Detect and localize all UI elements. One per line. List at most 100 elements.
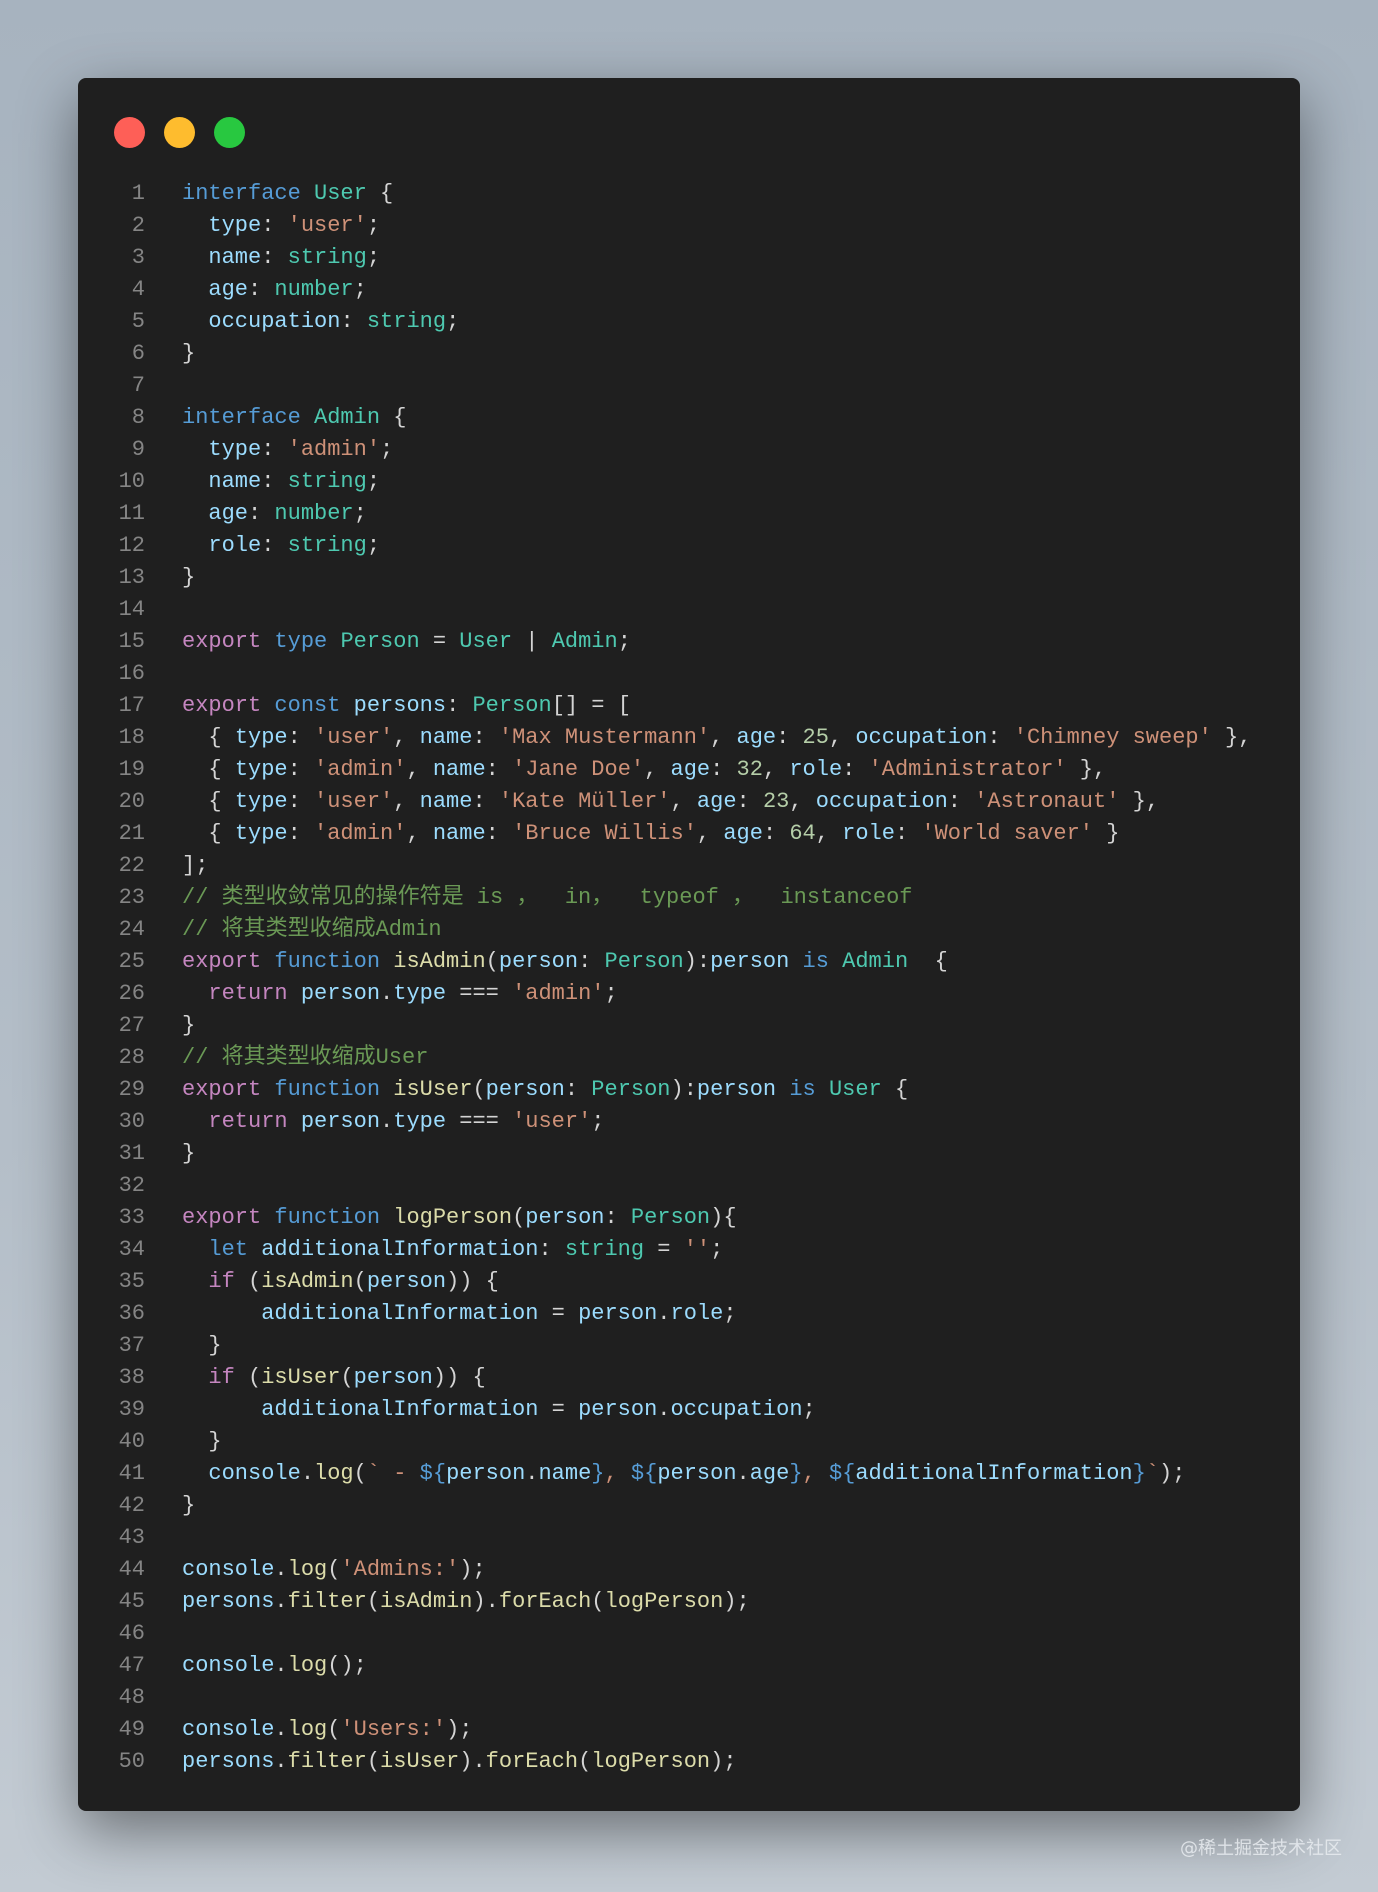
code-token: interface [182, 405, 301, 430]
code-token: is [802, 949, 829, 974]
code-token: 'user' [314, 725, 394, 750]
code-token: 'Kate Müller' [498, 789, 671, 814]
code-token: : [472, 725, 499, 750]
code-token: { [881, 1077, 909, 1102]
code-token: ${ [630, 1461, 658, 1486]
line-number: 32 [118, 1173, 145, 1198]
maximize-button[interactable] [214, 117, 245, 148]
code-token: , [762, 757, 790, 782]
line-number: 28 [118, 1045, 145, 1070]
code-token: 'Max Mustermann' [498, 725, 711, 750]
code-token: === [446, 1109, 513, 1134]
line-content: export function logPerson(person: Person… [182, 1202, 737, 1234]
code-token: , [802, 1461, 829, 1486]
minimize-button[interactable] [164, 117, 195, 148]
code-token: role [208, 533, 262, 558]
code-token: ( [340, 1365, 354, 1390]
code-line: 43 [78, 1522, 1300, 1554]
line-content: type: 'user'; [182, 210, 380, 242]
code-token: ( [485, 949, 499, 974]
code-line: 21 { type: 'admin', name: 'Bruce Willis'… [78, 818, 1300, 850]
code-line: 7 [78, 370, 1300, 402]
code-token: } [182, 1429, 222, 1454]
code-token: person [300, 981, 381, 1006]
code-token: type [208, 437, 262, 462]
line-number: 49 [118, 1717, 145, 1742]
code-token: name [208, 469, 262, 494]
line-number: 10 [118, 469, 145, 494]
code-token: const [274, 693, 341, 718]
code-token: console [182, 1717, 275, 1742]
line-number: 42 [118, 1493, 145, 1518]
code-token: ; [380, 437, 394, 462]
code-token: age [670, 757, 711, 782]
line-number: 47 [118, 1653, 145, 1678]
code-token: 'admin' [512, 981, 605, 1006]
code-token: ; [710, 1237, 724, 1262]
code-token: age [208, 277, 249, 302]
code-line: 41 console.log(` - ${person.name}, ${per… [78, 1458, 1300, 1490]
code-token: type [234, 821, 288, 846]
code-token: : [894, 821, 922, 846]
code-token: persons [182, 1589, 275, 1614]
line-number: 50 [118, 1749, 145, 1774]
line-content: // 将其类型收缩成Admin [182, 914, 442, 946]
code-token: ( [512, 1205, 526, 1230]
code-token: Admin [551, 629, 618, 654]
code-token: : [248, 501, 275, 526]
code-line: 20 { type: 'user', name: 'Kate Müller', … [78, 786, 1300, 818]
code-token: ; [617, 629, 631, 654]
line-number: 41 [118, 1461, 145, 1486]
code-token: 32 [736, 757, 763, 782]
code-line: 22]; [78, 850, 1300, 882]
code-token: )) { [446, 1269, 499, 1294]
code-token: '' [683, 1237, 711, 1262]
code-token: { [366, 181, 394, 206]
line-number: 48 [118, 1685, 145, 1710]
code-token: // 类型收敛常见的操作符是 is ， in， typeof ， instanc… [182, 885, 913, 910]
code-line: 38 if (isUser(person)) { [78, 1362, 1300, 1394]
code-token: 'user' [314, 789, 394, 814]
code-token: : [485, 757, 513, 782]
line-number: 18 [118, 725, 145, 750]
code-token: . [380, 981, 394, 1006]
code-token: additionalInformation [261, 1397, 539, 1422]
code-token: : [287, 789, 315, 814]
code-token: ( [327, 1717, 341, 1742]
code-token: ; [366, 245, 381, 270]
code-token: Person [630, 1205, 711, 1230]
code-token: export [182, 629, 262, 654]
code-token: === [446, 981, 513, 1006]
code-token: ; [353, 501, 367, 526]
line-content: age: number; [182, 498, 367, 530]
code-token: Admin [842, 949, 909, 974]
code-token: age [749, 1461, 790, 1486]
code-token: }, [1066, 757, 1107, 782]
code-token: if [208, 1365, 235, 1390]
code-token: type [234, 757, 288, 782]
close-button[interactable] [114, 117, 145, 148]
code-token: , [828, 725, 856, 750]
line-content: name: string; [182, 242, 380, 274]
code-token: ). [459, 1749, 486, 1774]
code-line: 28 // 将其类型收缩成User [78, 1042, 1300, 1074]
line-number: 4 [131, 277, 145, 302]
code-token: . [657, 1397, 671, 1422]
code-token: = [644, 1237, 684, 1262]
line-content: role: string; [182, 530, 380, 562]
code-token: additionalInformation [261, 1237, 539, 1262]
